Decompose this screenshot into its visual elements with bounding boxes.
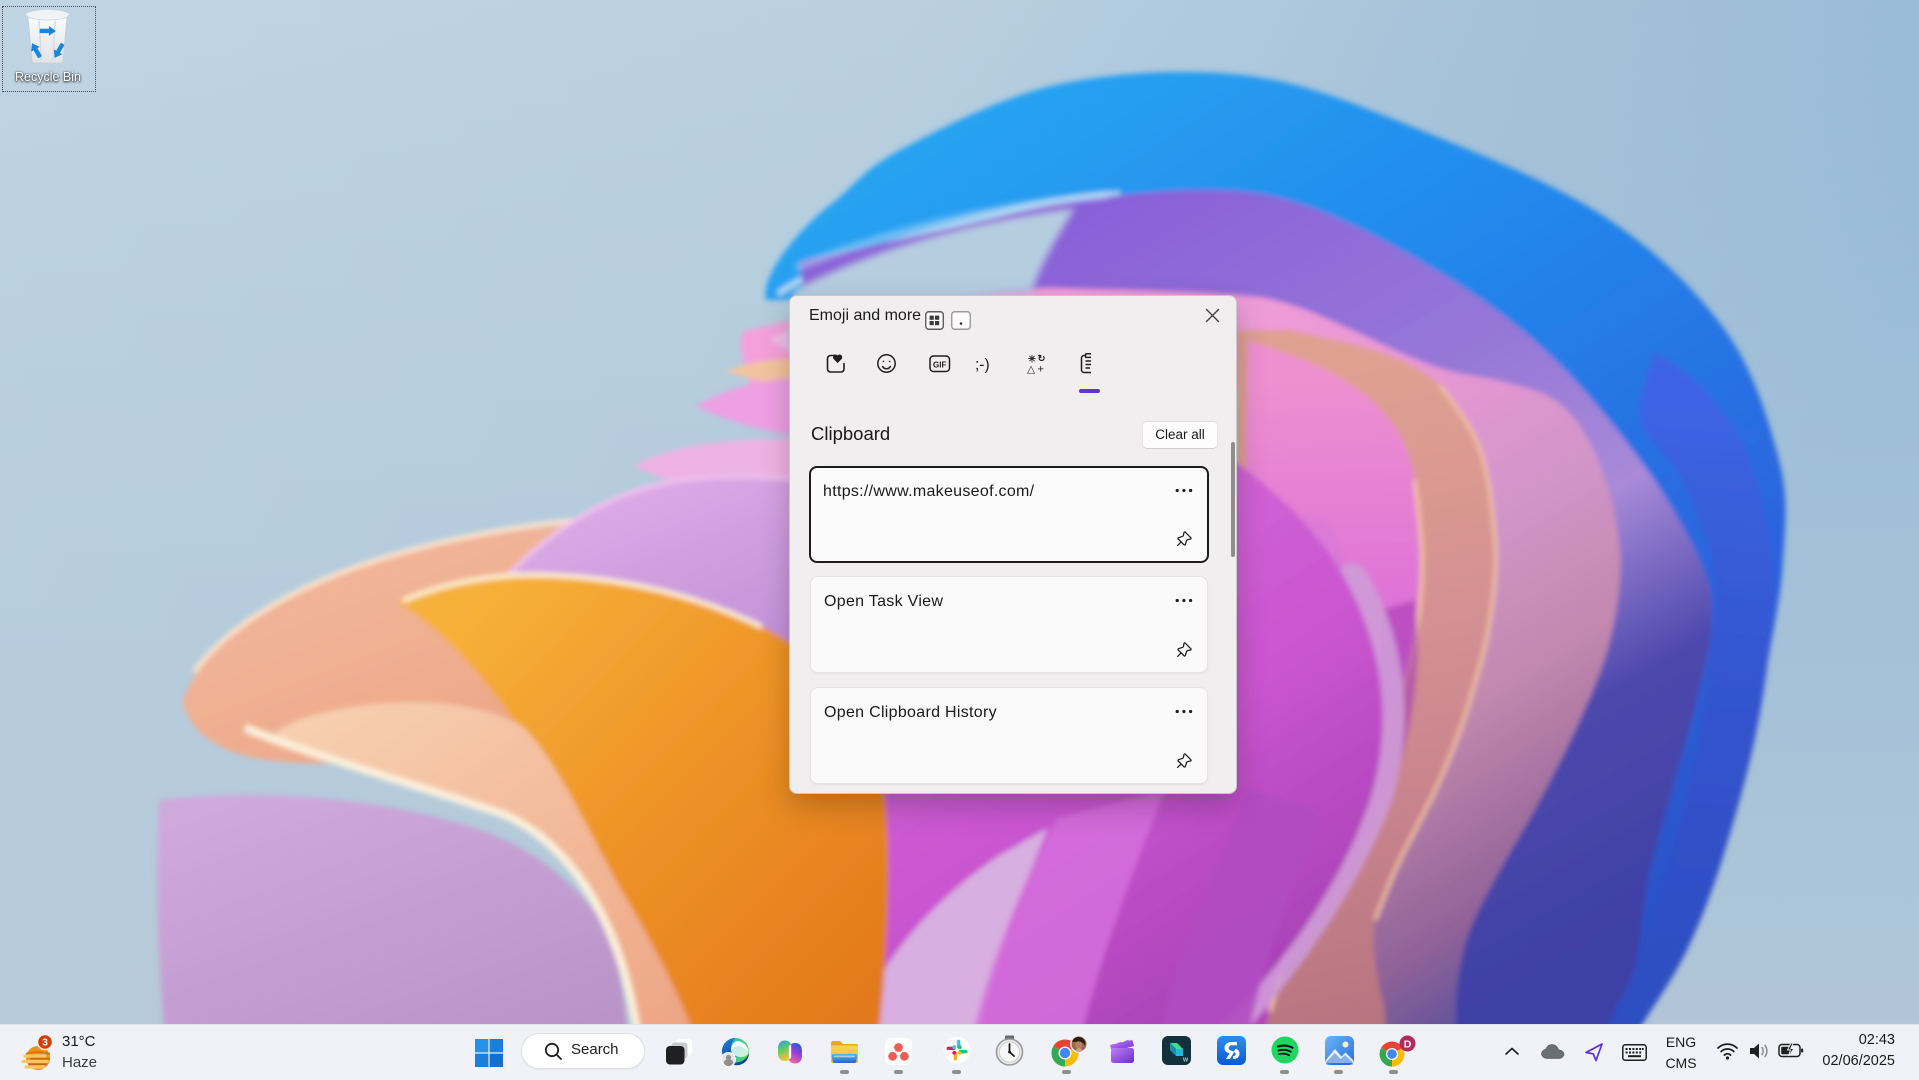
- svg-text:3: 3: [42, 1037, 48, 1049]
- svg-text:GIF: GIF: [933, 360, 946, 369]
- svg-text:D: D: [1404, 1039, 1412, 1051]
- svg-text:;-): ;-): [975, 357, 990, 374]
- svg-text:w: w: [1182, 1057, 1189, 1064]
- svg-text:△: △: [1027, 364, 1036, 376]
- svg-text:+: +: [1038, 364, 1044, 376]
